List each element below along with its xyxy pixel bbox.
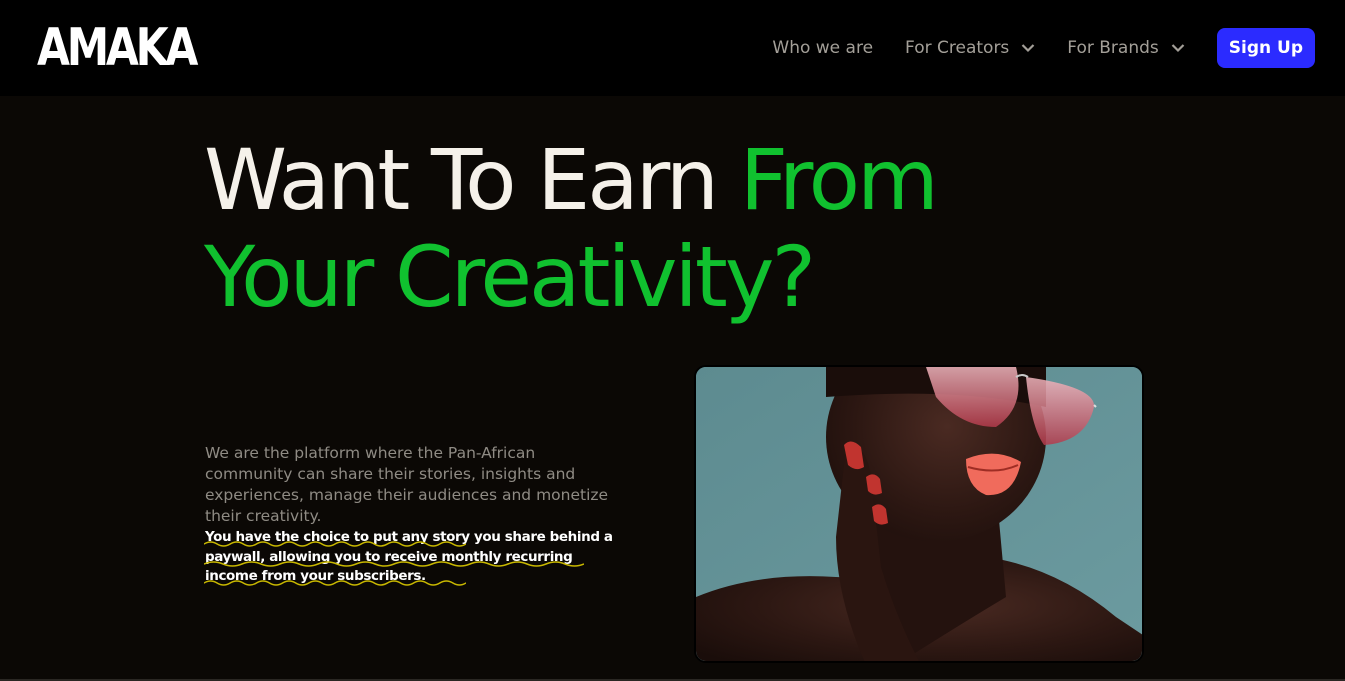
headline-green-part-2: Your Creativity? <box>204 228 816 326</box>
headline-white-part: Want To Earn <box>204 131 740 229</box>
nav-for-brands[interactable]: For Brands <box>1067 38 1185 58</box>
nav-who-we-are[interactable]: Who we are <box>772 38 873 58</box>
woman-red-sunglasses-photo <box>696 367 1142 661</box>
hero-description: We are the platform where the Pan-Africa… <box>205 444 609 525</box>
hero-headline: Want To Earn From Your Creativity? <box>204 132 1004 326</box>
chevron-down-icon <box>1021 43 1035 53</box>
squiggle-underline <box>204 580 466 586</box>
nav-for-creators-label: For Creators <box>905 38 1010 58</box>
site-header: AMAKA Who we are For Creators For Brands… <box>0 0 1345 96</box>
amaka-logo[interactable]: AMAKA <box>37 22 198 74</box>
main-nav: Who we are For Creators For Brands Sign … <box>772 28 1315 68</box>
squiggle-underline <box>204 541 466 547</box>
nav-who-we-are-label: Who we are <box>772 38 874 58</box>
hero-highlight-text: You have the choice to put any story you… <box>205 529 613 584</box>
hero-image <box>694 365 1144 663</box>
headline-green-part-1: From <box>739 131 939 229</box>
squiggle-underline <box>204 561 584 567</box>
nav-for-brands-label: For Brands <box>1067 38 1159 58</box>
chevron-down-icon <box>1171 43 1185 53</box>
nav-for-creators[interactable]: For Creators <box>905 38 1035 58</box>
sign-up-button[interactable]: Sign Up <box>1216 28 1315 68</box>
